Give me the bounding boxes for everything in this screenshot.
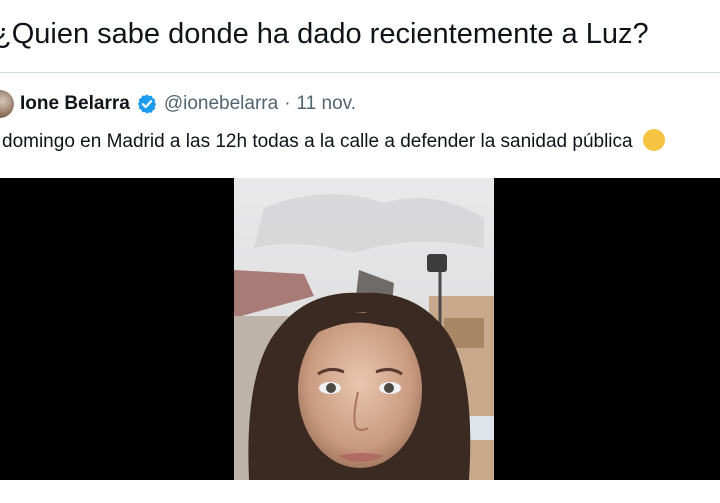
tweet-date[interactable]: 11 nov. [297, 93, 357, 115]
quoted-tweet-text-content: domingo en Madrid a las 12h todas a la c… [2, 131, 633, 152]
emoji-icon [642, 129, 665, 151]
verified-badge-icon [137, 94, 156, 114]
quoted-tweet-header: Ione Belarra @ionebelarra · 11 nov. [0, 90, 720, 118]
author-handle[interactable]: @ionebelarra [164, 93, 278, 115]
avatar[interactable] [0, 90, 14, 118]
separator-dot: · [284, 93, 291, 114]
author-name[interactable]: Ione Belarra [20, 93, 130, 115]
video-frame [234, 178, 494, 480]
video-player[interactable] [0, 178, 720, 480]
quoted-tweet-text: domingo en Madrid a las 12h todas a la c… [2, 129, 720, 155]
tweet-text: ¿Quien sabe donde ha dado recientemente … [0, 18, 649, 50]
